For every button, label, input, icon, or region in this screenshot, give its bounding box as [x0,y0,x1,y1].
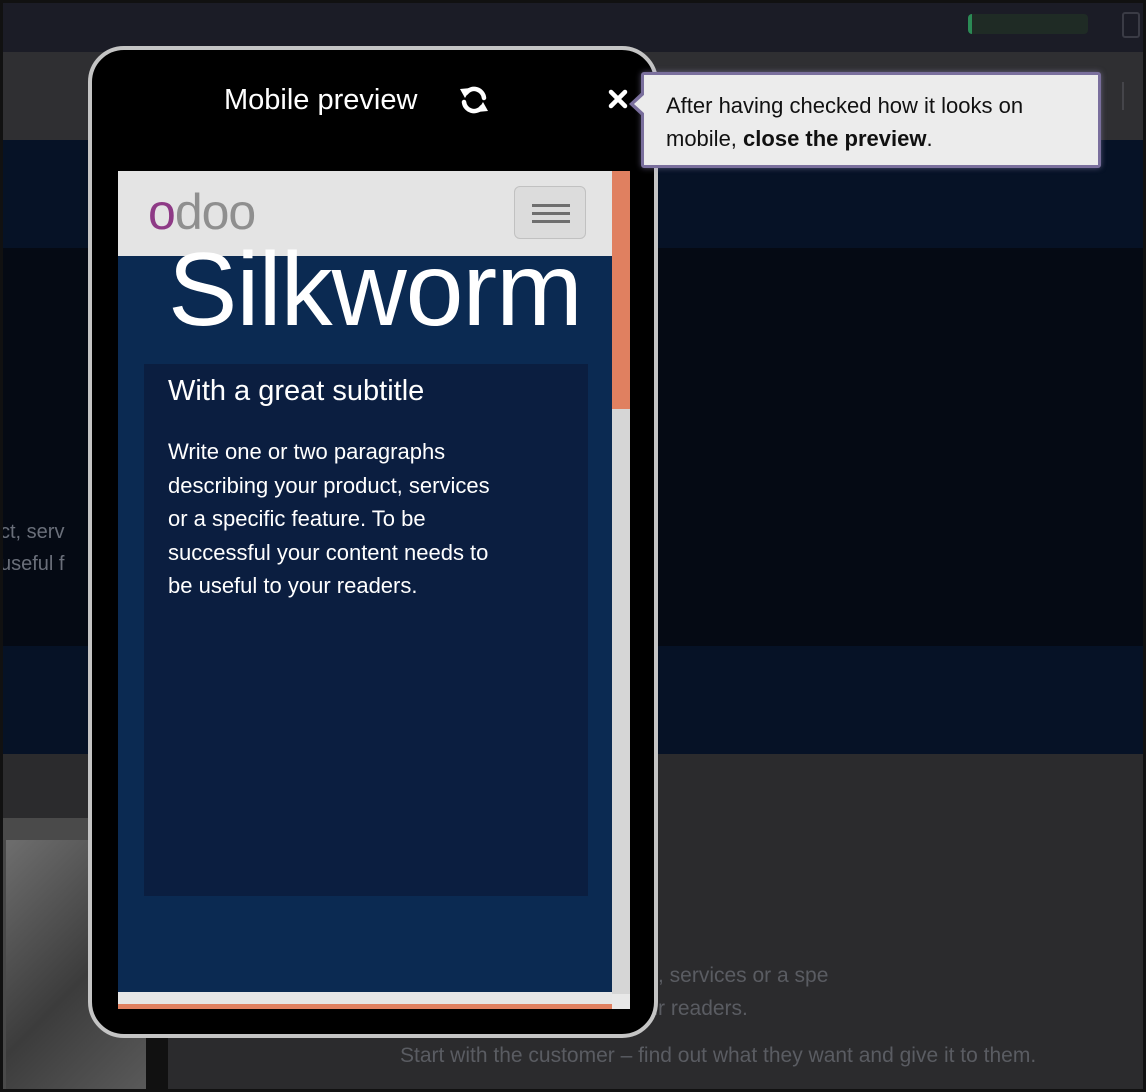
hamburger-icon-bar [532,212,570,215]
status-indicator [968,14,1088,34]
hero-title: Silkworm [168,232,583,348]
mobile-preview-title: Mobile preview [224,84,418,116]
hamburger-icon [532,204,570,207]
background-hero-text-line: useful f [0,553,65,575]
tour-tooltip: After having checked how it looks on mob… [629,72,1101,168]
scrollbar-bottom [612,994,630,1009]
background-section-paragraph-2: Start with the customer – find out what … [400,1044,1037,1067]
next-section-edge [118,992,612,1009]
mobile-scrollbar[interactable] [612,171,630,1009]
scrollbar-thumb[interactable] [612,171,630,409]
hamburger-icon-bar [532,220,570,223]
hero-paragraph: Write one or two paragraphs describing y… [168,439,490,598]
accent-strip [118,1004,612,1009]
mobile-preview-dialog: Mobile preview odoo Silkworm With a grea… [88,46,658,1038]
tooltip-text-bold: close the preview [743,126,927,151]
tooltip-arrow-fill [634,94,645,114]
background-hero-text: ct, serv useful f [0,516,64,580]
background-hero-text-line: ct, serv [0,521,65,543]
mobile-device-icon [1122,12,1140,38]
refresh-icon[interactable] [458,84,490,116]
mobile-screen[interactable]: odoo Silkworm With a great subtitle Writ… [118,171,630,1009]
editor-top-bar [0,0,1146,52]
navbar-separator [1122,82,1124,110]
hero-subtitle: With a great subtitle [168,375,425,407]
tooltip-text-end: . [926,126,933,151]
